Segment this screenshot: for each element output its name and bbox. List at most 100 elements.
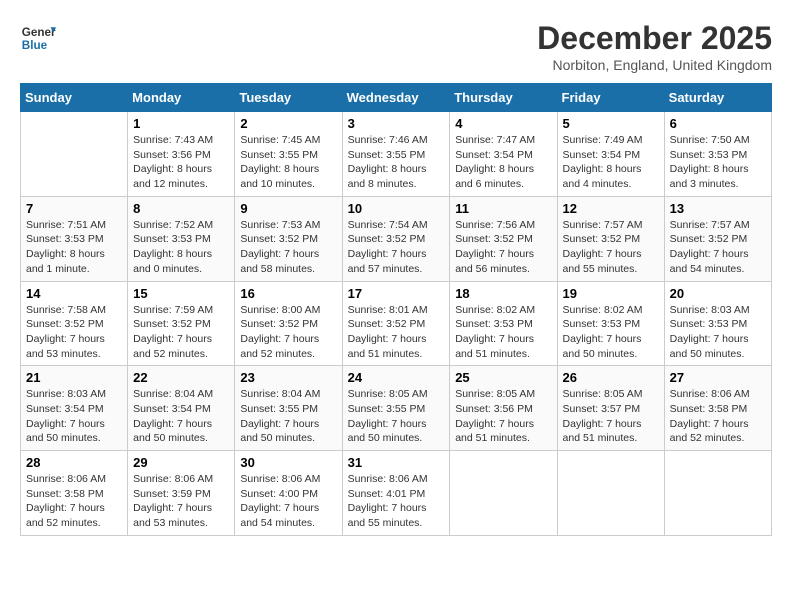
calendar-cell: 13 Sunrise: 7:57 AM Sunset: 3:52 PM Dayli… — [664, 196, 771, 281]
day-number: 17 — [348, 286, 445, 301]
day-number: 11 — [455, 201, 551, 216]
calendar-cell: 9 Sunrise: 7:53 AM Sunset: 3:52 PM Daylig… — [235, 196, 342, 281]
calendar-cell: 5 Sunrise: 7:49 AM Sunset: 3:54 PM Daylig… — [557, 112, 664, 197]
calendar-week-row: 1Sunrise: 7:43 AM Sunset: 3:56 PM Daylig… — [21, 112, 772, 197]
day-number: 25 — [455, 370, 551, 385]
day-number: 12 — [563, 201, 659, 216]
day-number: 19 — [563, 286, 659, 301]
day-number: 27 — [670, 370, 766, 385]
day-info: Sunrise: 8:02 AM Sunset: 3:53 PM Dayligh… — [563, 303, 659, 362]
day-number: 20 — [670, 286, 766, 301]
day-number: 8 — [133, 201, 229, 216]
calendar-cell: 2 Sunrise: 7:45 AM Sunset: 3:55 PM Daylig… — [235, 112, 342, 197]
day-number: 13 — [670, 201, 766, 216]
day-info: Sunrise: 7:51 AM Sunset: 3:53 PM Dayligh… — [26, 218, 122, 277]
day-number: 30 — [240, 455, 336, 470]
day-number: 26 — [563, 370, 659, 385]
day-info: Sunrise: 7:46 AM Sunset: 3:55 PM Dayligh… — [348, 133, 445, 192]
day-number: 4 — [455, 116, 551, 131]
day-info: Sunrise: 8:06 AM Sunset: 4:00 PM Dayligh… — [240, 472, 336, 531]
calendar-week-row: 21 Sunrise: 8:03 AM Sunset: 3:54 PM Dayli… — [21, 366, 772, 451]
day-number: 3 — [348, 116, 445, 131]
calendar-cell: 19 Sunrise: 8:02 AM Sunset: 3:53 PM Dayli… — [557, 281, 664, 366]
calendar-cell: 4 Sunrise: 7:47 AM Sunset: 3:54 PM Daylig… — [450, 112, 557, 197]
day-number: 5 — [563, 116, 659, 131]
day-number: 10 — [348, 201, 445, 216]
day-info: Sunrise: 7:49 AM Sunset: 3:54 PM Dayligh… — [563, 133, 659, 192]
day-number: 1 — [133, 116, 229, 131]
day-number: 2 — [240, 116, 336, 131]
day-info: Sunrise: 7:53 AM Sunset: 3:52 PM Dayligh… — [240, 218, 336, 277]
calendar-week-row: 7Sunrise: 7:51 AM Sunset: 3:53 PM Daylig… — [21, 196, 772, 281]
day-info: Sunrise: 7:57 AM Sunset: 3:52 PM Dayligh… — [563, 218, 659, 277]
day-info: Sunrise: 7:52 AM Sunset: 3:53 PM Dayligh… — [133, 218, 229, 277]
location-subtitle: Norbiton, England, United Kingdom — [537, 57, 772, 73]
day-number: 31 — [348, 455, 445, 470]
day-info: Sunrise: 7:57 AM Sunset: 3:52 PM Dayligh… — [670, 218, 766, 277]
calendar-cell: 10 Sunrise: 7:54 AM Sunset: 3:52 PM Dayli… — [342, 196, 450, 281]
weekday-header-tuesday: Tuesday — [235, 84, 342, 112]
calendar-cell: 12 Sunrise: 7:57 AM Sunset: 3:52 PM Dayli… — [557, 196, 664, 281]
day-number: 14 — [26, 286, 122, 301]
weekday-header-friday: Friday — [557, 84, 664, 112]
logo-icon: General Blue — [20, 20, 56, 56]
svg-text:Blue: Blue — [22, 39, 48, 52]
day-info: Sunrise: 7:54 AM Sunset: 3:52 PM Dayligh… — [348, 218, 445, 277]
calendar-cell: 6Sunrise: 7:50 AM Sunset: 3:53 PM Daylig… — [664, 112, 771, 197]
day-info: Sunrise: 7:59 AM Sunset: 3:52 PM Dayligh… — [133, 303, 229, 362]
calendar-cell — [450, 451, 557, 536]
calendar-cell: 17 Sunrise: 8:01 AM Sunset: 3:52 PM Dayli… — [342, 281, 450, 366]
day-info: Sunrise: 8:05 AM Sunset: 3:55 PM Dayligh… — [348, 387, 445, 446]
calendar-cell: 20 Sunrise: 8:03 AM Sunset: 3:53 PM Dayli… — [664, 281, 771, 366]
weekday-header-monday: Monday — [128, 84, 235, 112]
weekday-header-saturday: Saturday — [664, 84, 771, 112]
calendar-cell: 25Sunrise: 8:05 AM Sunset: 3:56 PM Dayli… — [450, 366, 557, 451]
day-info: Sunrise: 8:05 AM Sunset: 3:57 PM Dayligh… — [563, 387, 659, 446]
calendar-week-row: 28 Sunrise: 8:06 AM Sunset: 3:58 PM Dayli… — [21, 451, 772, 536]
day-info: Sunrise: 7:47 AM Sunset: 3:54 PM Dayligh… — [455, 133, 551, 192]
calendar-cell: 22Sunrise: 8:04 AM Sunset: 3:54 PM Dayli… — [128, 366, 235, 451]
calendar-cell: 16Sunrise: 8:00 AM Sunset: 3:52 PM Dayli… — [235, 281, 342, 366]
day-info: Sunrise: 8:03 AM Sunset: 3:54 PM Dayligh… — [26, 387, 122, 446]
calendar-cell: 27Sunrise: 8:06 AM Sunset: 3:58 PM Dayli… — [664, 366, 771, 451]
day-number: 18 — [455, 286, 551, 301]
calendar-cell: 24 Sunrise: 8:05 AM Sunset: 3:55 PM Dayli… — [342, 366, 450, 451]
calendar-cell: 3 Sunrise: 7:46 AM Sunset: 3:55 PM Daylig… — [342, 112, 450, 197]
calendar-cell — [664, 451, 771, 536]
calendar-cell: 31 Sunrise: 8:06 AM Sunset: 4:01 PM Dayli… — [342, 451, 450, 536]
day-number: 24 — [348, 370, 445, 385]
day-info: Sunrise: 8:03 AM Sunset: 3:53 PM Dayligh… — [670, 303, 766, 362]
weekday-header-wednesday: Wednesday — [342, 84, 450, 112]
day-number: 15 — [133, 286, 229, 301]
day-number: 9 — [240, 201, 336, 216]
month-title: December 2025 — [537, 20, 772, 57]
day-info: Sunrise: 7:58 AM Sunset: 3:52 PM Dayligh… — [26, 303, 122, 362]
day-info: Sunrise: 8:06 AM Sunset: 4:01 PM Dayligh… — [348, 472, 445, 531]
day-number: 28 — [26, 455, 122, 470]
day-number: 21 — [26, 370, 122, 385]
calendar-cell: 14 Sunrise: 7:58 AM Sunset: 3:52 PM Dayli… — [21, 281, 128, 366]
day-info: Sunrise: 7:45 AM Sunset: 3:55 PM Dayligh… — [240, 133, 336, 192]
calendar-cell: 11Sunrise: 7:56 AM Sunset: 3:52 PM Dayli… — [450, 196, 557, 281]
day-info: Sunrise: 8:00 AM Sunset: 3:52 PM Dayligh… — [240, 303, 336, 362]
weekday-header-thursday: Thursday — [450, 84, 557, 112]
weekday-header-row: SundayMondayTuesdayWednesdayThursdayFrid… — [21, 84, 772, 112]
calendar-cell: 29 Sunrise: 8:06 AM Sunset: 3:59 PM Dayli… — [128, 451, 235, 536]
calendar-week-row: 14 Sunrise: 7:58 AM Sunset: 3:52 PM Dayli… — [21, 281, 772, 366]
svg-text:General: General — [22, 26, 56, 39]
day-info: Sunrise: 7:50 AM Sunset: 3:53 PM Dayligh… — [670, 133, 766, 192]
calendar-cell: 15 Sunrise: 7:59 AM Sunset: 3:52 PM Dayli… — [128, 281, 235, 366]
page-header: General Blue December 2025 Norbiton, Eng… — [20, 20, 772, 73]
day-info: Sunrise: 8:01 AM Sunset: 3:52 PM Dayligh… — [348, 303, 445, 362]
logo: General Blue — [20, 20, 56, 56]
day-info: Sunrise: 8:06 AM Sunset: 3:58 PM Dayligh… — [26, 472, 122, 531]
title-block: December 2025 Norbiton, England, United … — [537, 20, 772, 73]
calendar-table: SundayMondayTuesdayWednesdayThursdayFrid… — [20, 83, 772, 536]
day-number: 23 — [240, 370, 336, 385]
calendar-cell: 1Sunrise: 7:43 AM Sunset: 3:56 PM Daylig… — [128, 112, 235, 197]
calendar-cell: 30 Sunrise: 8:06 AM Sunset: 4:00 PM Dayli… — [235, 451, 342, 536]
day-number: 29 — [133, 455, 229, 470]
calendar-cell — [557, 451, 664, 536]
day-info: Sunrise: 8:06 AM Sunset: 3:59 PM Dayligh… — [133, 472, 229, 531]
calendar-cell: 18Sunrise: 8:02 AM Sunset: 3:53 PM Dayli… — [450, 281, 557, 366]
